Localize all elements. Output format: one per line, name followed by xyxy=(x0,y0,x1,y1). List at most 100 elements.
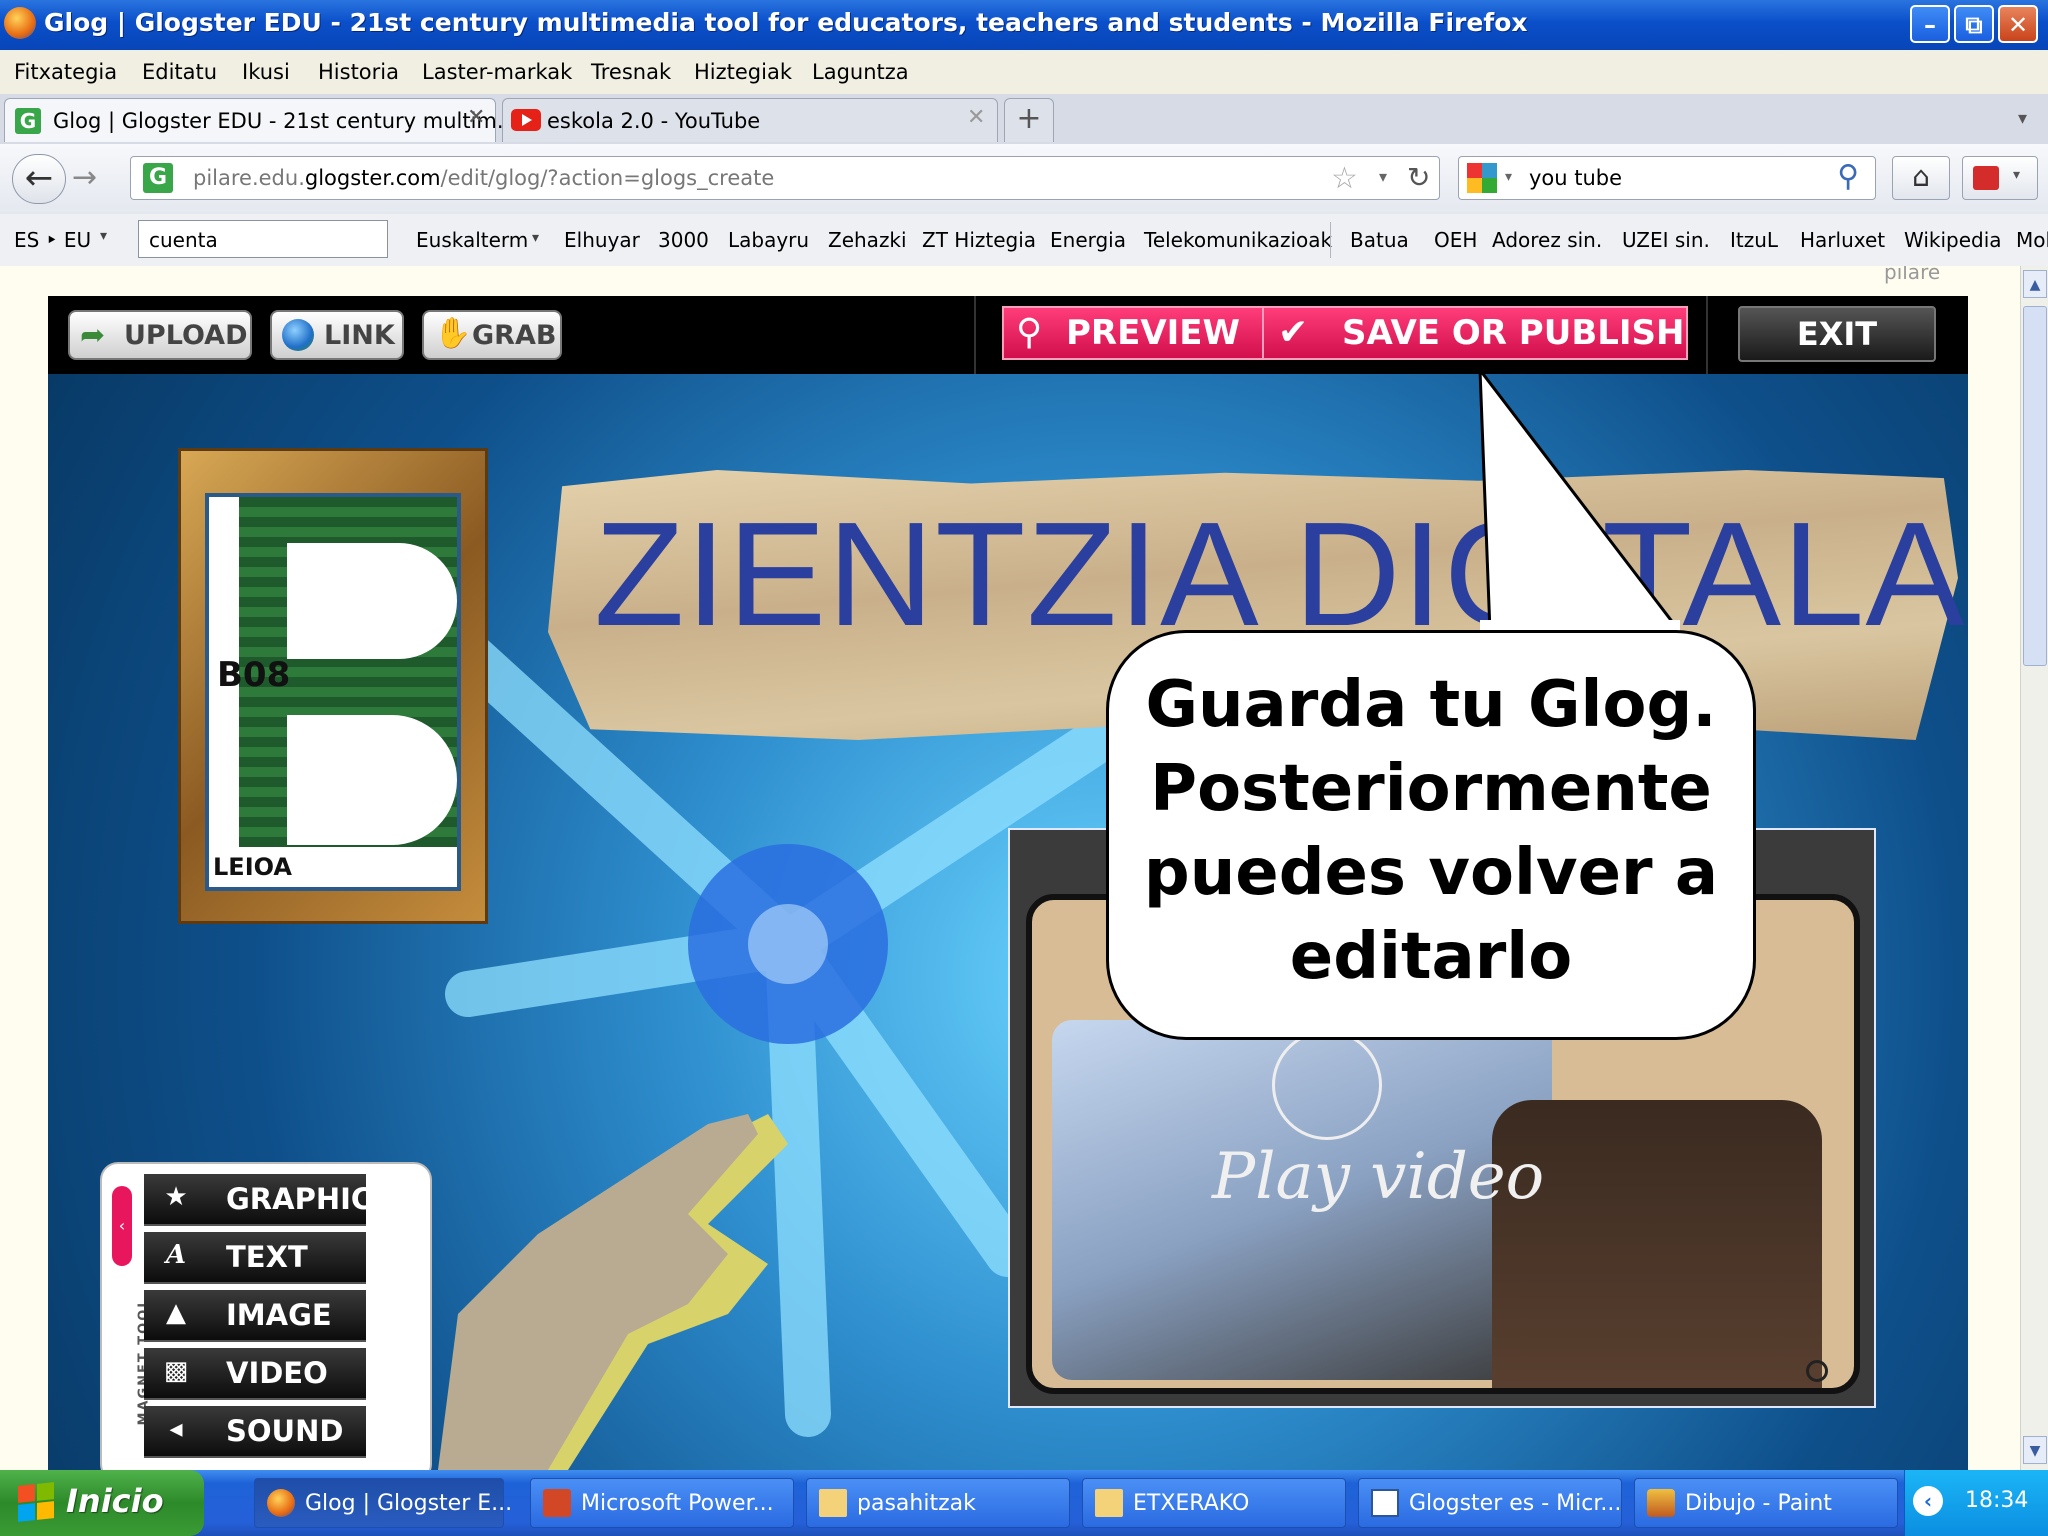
preview-button[interactable]: ⚲ PREVIEW xyxy=(1002,306,1264,360)
bookmark-zt-hiztegia[interactable]: ZT Hiztegia xyxy=(922,228,1036,252)
list-tabs-icon[interactable]: ▾ xyxy=(2018,108,2027,129)
scroll-up-arrow-icon[interactable]: ▲ xyxy=(2023,270,2047,298)
glogster-username: pilare xyxy=(1884,266,1941,284)
windows-logo-icon xyxy=(18,1482,54,1522)
task-etxerako-folder[interactable]: ETXERAKO xyxy=(1082,1478,1346,1528)
scroll-down-arrow-icon[interactable]: ▼ xyxy=(2023,1436,2047,1464)
restore-button[interactable]: ⧉ xyxy=(1954,5,1994,43)
forward-button[interactable]: → xyxy=(72,160,97,195)
text-tool[interactable]: A TEXT xyxy=(144,1232,366,1284)
link-button[interactable]: LINK xyxy=(270,310,404,360)
word-icon xyxy=(1371,1489,1399,1517)
bookmark-wikipedia[interactable]: Wikipedia xyxy=(1904,228,2002,252)
bookmark-uzei-sin[interactable]: UZEI sin. xyxy=(1622,228,1710,252)
bookmark-adorez-sin[interactable]: Adorez sin. xyxy=(1492,228,1602,252)
new-tab-button[interactable]: + xyxy=(1004,98,1054,142)
folder-icon xyxy=(819,1489,847,1517)
video-icon: ▩ xyxy=(163,1356,189,1386)
search-input[interactable]: you tube xyxy=(1529,166,1622,190)
play-icon[interactable] xyxy=(1272,1030,1382,1140)
tab-youtube[interactable]: eskola 2.0 - YouTube ✕ xyxy=(502,98,998,142)
bookmark-batua[interactable]: Batua xyxy=(1350,228,1409,252)
exit-button[interactable]: EXIT xyxy=(1738,306,1936,362)
url-text: pilare.edu.glogster.com/edit/glog/?actio… xyxy=(193,166,775,190)
video-resize-icon[interactable] xyxy=(1806,1360,1828,1382)
play-video-label[interactable]: Play video xyxy=(1212,1140,1544,1214)
scrollbar-thumb[interactable] xyxy=(2023,306,2047,666)
magnifier-icon: ⚲ xyxy=(1016,312,1043,353)
pointing-hand-graphic[interactable] xyxy=(428,1014,808,1470)
task-word-document[interactable]: Glogster es - Micr... xyxy=(1358,1478,1622,1528)
bookmark-euskalterm[interactable]: Euskalterm xyxy=(416,228,528,252)
upload-button[interactable]: ➦ UPLOAD xyxy=(68,310,252,360)
menu-edit[interactable]: Editatu xyxy=(142,60,217,84)
sound-tool[interactable]: ◂ SOUND xyxy=(144,1406,366,1458)
bookmark-elhuyar[interactable]: Elhuyar xyxy=(564,228,640,252)
language-switch[interactable]: ES ‣ EU xyxy=(14,228,91,252)
bookmark-oeh[interactable]: OEH xyxy=(1434,228,1477,252)
grab-button[interactable]: ✋ GRAB xyxy=(422,310,562,360)
menu-bookmarks[interactable]: Laster-markak xyxy=(422,60,572,84)
bookmark-labayru[interactable]: Labayru xyxy=(728,228,809,252)
youtube-favicon xyxy=(511,109,541,131)
reload-icon[interactable]: ↻ xyxy=(1407,161,1430,194)
title-bar: Glog | Glogster EDU - 21st century multi… xyxy=(0,0,2048,50)
menu-tools[interactable]: Tresnak xyxy=(591,60,671,84)
powerpoint-icon xyxy=(543,1489,571,1517)
bookmark-zehazki[interactable]: Zehazki xyxy=(828,228,907,252)
graphics-tool[interactable]: ★ GRAPHICS xyxy=(144,1174,394,1226)
tab-glogster[interactable]: G Glog | Glogster EDU - 21st century mul… xyxy=(4,98,517,142)
close-button[interactable]: ✕ xyxy=(1998,5,2038,43)
bookmark-harluxet[interactable]: Harluxet xyxy=(1800,228,1885,252)
menu-dictionaries[interactable]: Hiztegiak xyxy=(694,60,792,84)
euskalterm-dropdown-icon[interactable]: ▾ xyxy=(532,230,539,246)
language-dropdown-icon[interactable]: ▾ xyxy=(100,228,107,244)
bookmark-3000[interactable]: 3000 xyxy=(658,228,709,252)
show-hidden-icons-button[interactable]: ‹ xyxy=(1913,1486,1943,1516)
url-history-dropdown-icon[interactable]: ▾ xyxy=(1379,167,1387,186)
checkmark-icon: ✔ xyxy=(1278,312,1309,353)
back-button[interactable]: ← xyxy=(12,154,66,204)
video-tool[interactable]: ▩ VIDEO xyxy=(144,1348,366,1400)
tab-bar: G Glog | Glogster EDU - 21st century mul… xyxy=(0,94,2048,145)
school-logo: B08 LEIOA xyxy=(205,493,461,891)
menu-view[interactable]: Ikusi xyxy=(242,60,290,84)
search-bar[interactable]: ▾ you tube ⚲ xyxy=(1458,156,1876,200)
task-paint[interactable]: Dibujo - Paint xyxy=(1634,1478,1898,1528)
dictionary-search-input[interactable]: cuenta xyxy=(138,220,388,258)
bookmark-star-icon[interactable]: ☆ xyxy=(1331,161,1358,196)
navigation-bar: ← → G pilare.edu.glogster.com/edit/glog/… xyxy=(0,144,2048,214)
text-icon: A xyxy=(165,1240,187,1270)
home-button[interactable]: ⌂ xyxy=(1892,156,1950,200)
addon-button[interactable]: ▾ xyxy=(1962,156,2038,200)
school-logo-frame[interactable]: B08 LEIOA xyxy=(178,448,488,924)
menu-help[interactable]: Laguntza xyxy=(812,60,909,84)
save-or-publish-button[interactable]: ✔ SAVE OR PUBLISH xyxy=(1262,306,1688,360)
task-firefox[interactable]: Glog | Glogster E... xyxy=(254,1478,512,1528)
collapse-panel-button[interactable]: ‹ xyxy=(112,1186,132,1266)
site-identity-icon[interactable]: G xyxy=(143,163,173,193)
task-pasahitzak-folder[interactable]: pasahitzak xyxy=(806,1478,1070,1528)
vertical-scrollbar[interactable]: ▲ ▼ xyxy=(2020,266,2048,1470)
engine-dropdown-icon[interactable]: ▾ xyxy=(1505,169,1512,185)
url-bar[interactable]: G pilare.edu.glogster.com/edit/glog/?act… xyxy=(130,156,1440,200)
tab-close-icon[interactable]: ✕ xyxy=(967,105,985,130)
task-powerpoint[interactable]: Microsoft Power... xyxy=(530,1478,794,1528)
clock: 18:34 xyxy=(1965,1488,2029,1513)
search-magnifier-icon[interactable]: ⚲ xyxy=(1837,159,1859,194)
tab-close-icon[interactable]: ✕ xyxy=(467,105,485,130)
bookmark-mol[interactable]: Mol xyxy=(2016,228,2048,252)
bookmark-telekomunikazioak[interactable]: Telekomunikazioak xyxy=(1144,228,1332,252)
bookmarks-bar: ES ‣ EU ▾ cuenta Euskalterm ▾ Elhuyar 30… xyxy=(0,214,2048,267)
bookmark-energia[interactable]: Energia xyxy=(1050,228,1126,252)
google-search-engine-icon[interactable] xyxy=(1467,163,1497,193)
menu-history[interactable]: Historia xyxy=(318,60,399,84)
minimize-button[interactable]: – xyxy=(1910,5,1950,43)
tab-label: Glog | Glogster EDU - 21st century multi… xyxy=(53,109,517,133)
toolbar-divider xyxy=(974,296,976,374)
start-button[interactable]: Inicio xyxy=(0,1470,204,1536)
image-tool[interactable]: ▲ IMAGE xyxy=(144,1290,366,1342)
menu-file[interactable]: Fitxategia xyxy=(14,60,117,84)
bookmark-itzul[interactable]: ItzuL xyxy=(1730,228,1778,252)
instruction-callout: Guarda tu Glog. Posteriormente puedes vo… xyxy=(1106,630,1756,1040)
